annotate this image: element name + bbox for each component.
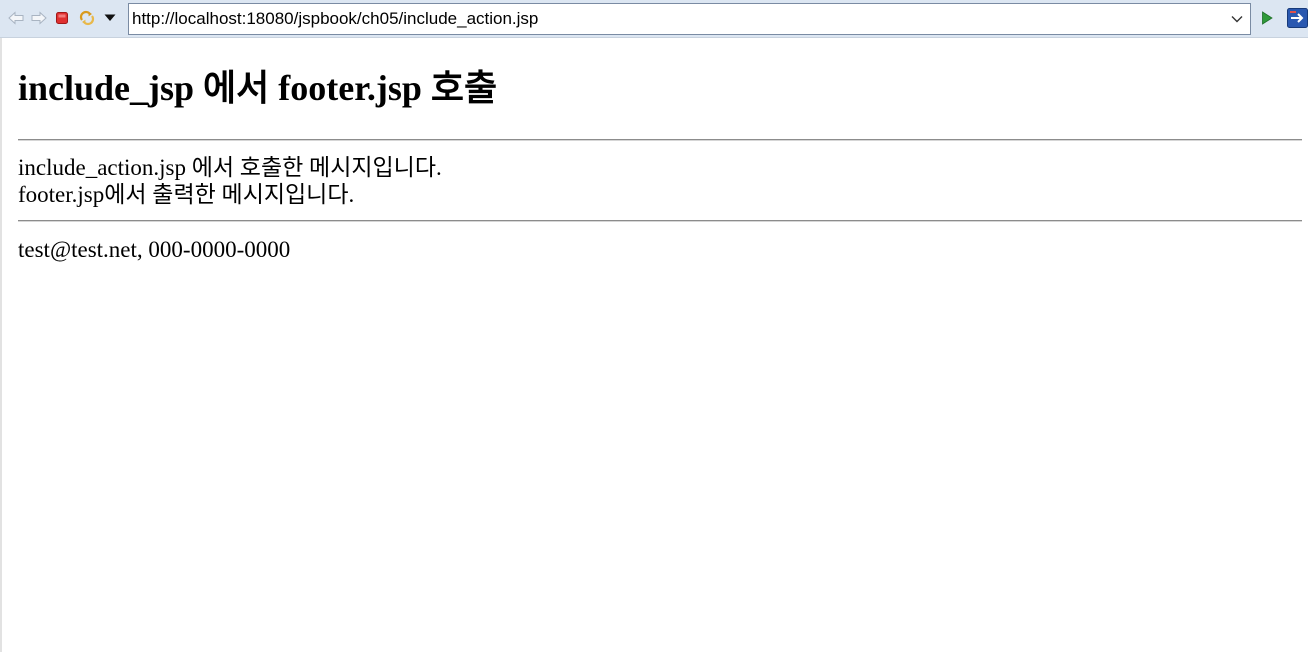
url-input[interactable] [132, 6, 1222, 32]
contact-info: test@test.net, 000-0000-0000 [18, 237, 291, 262]
stop-icon[interactable] [53, 9, 71, 27]
divider-top [18, 139, 1302, 141]
dropdown-triangle-icon[interactable] [101, 9, 119, 27]
open-external-icon[interactable] [1287, 8, 1308, 28]
go-play-icon[interactable] [1258, 9, 1276, 27]
forward-arrow-icon[interactable] [30, 9, 48, 27]
page-content: include_jsp 에서 footer.jsp 호출 include_act… [0, 38, 1308, 652]
include-message: include_action.jsp 에서 호출한 메시지입니다. [18, 155, 442, 180]
divider-bottom [18, 220, 1302, 222]
browser-toolbar [0, 0, 1308, 38]
page-title: include_jsp 에서 footer.jsp 호출 [18, 68, 498, 108]
back-arrow-icon[interactable] [7, 9, 25, 27]
refresh-icon[interactable] [78, 9, 96, 27]
address-bar[interactable] [128, 3, 1251, 35]
chevron-down-icon[interactable] [1230, 12, 1244, 26]
footer-message: footer.jsp에서 출력한 메시지입니다. [18, 182, 355, 207]
